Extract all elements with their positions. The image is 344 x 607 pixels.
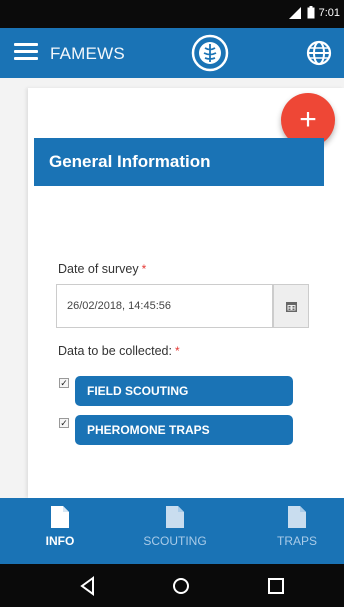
status-time: 7:01 [318, 6, 340, 19]
menu-icon[interactable] [14, 43, 38, 63]
date-of-survey-field[interactable]: 26/02/2018, 14:45:56 [56, 284, 273, 328]
system-navigation-bar [0, 564, 344, 607]
required-mark: * [174, 344, 180, 358]
required-mark: * [141, 262, 147, 276]
app-bar: FAMEWS [0, 28, 344, 78]
fao-logo-icon [191, 34, 229, 72]
field-scouting-option[interactable]: FIELD SCOUTING [75, 376, 293, 406]
document-icon [288, 506, 306, 528]
tab-traps-label: TRAPS [276, 534, 317, 548]
tab-scouting[interactable]: SCOUTING [134, 506, 216, 548]
bottom-navigation: INFO SCOUTING TRAPS [0, 498, 344, 564]
tab-info-label: INFO [45, 534, 75, 548]
home-icon[interactable] [170, 575, 192, 597]
tab-scouting-label: SCOUTING [143, 534, 207, 548]
tab-info[interactable]: INFO [38, 506, 82, 548]
date-of-survey-label: Date of survey * [58, 262, 146, 276]
signal-icon [288, 6, 301, 19]
globe-icon[interactable] [306, 40, 332, 66]
data-to-collect-label: Data to be collected: * [58, 344, 180, 358]
back-icon[interactable] [77, 575, 99, 597]
field-scouting-checkbox[interactable]: ✓ [59, 378, 69, 388]
document-icon [166, 506, 184, 528]
battery-icon [307, 6, 315, 19]
recents-icon[interactable] [265, 575, 287, 597]
status-icons: 7:01 [288, 6, 340, 19]
calendar-button[interactable] [273, 284, 309, 328]
status-bar: 7:01 [0, 0, 344, 28]
collect-label-text: Data to be collected: [58, 344, 172, 358]
section-title: General Information [34, 138, 324, 186]
app-title: FAMEWS [50, 44, 125, 63]
pheromone-traps-checkbox[interactable]: ✓ [59, 418, 69, 428]
pheromone-traps-option[interactable]: PHEROMONE TRAPS [75, 415, 293, 445]
document-icon [51, 506, 69, 528]
tab-traps[interactable]: TRAPS [270, 506, 324, 548]
calendar-icon [285, 301, 297, 312]
date-label-text: Date of survey [58, 262, 139, 276]
